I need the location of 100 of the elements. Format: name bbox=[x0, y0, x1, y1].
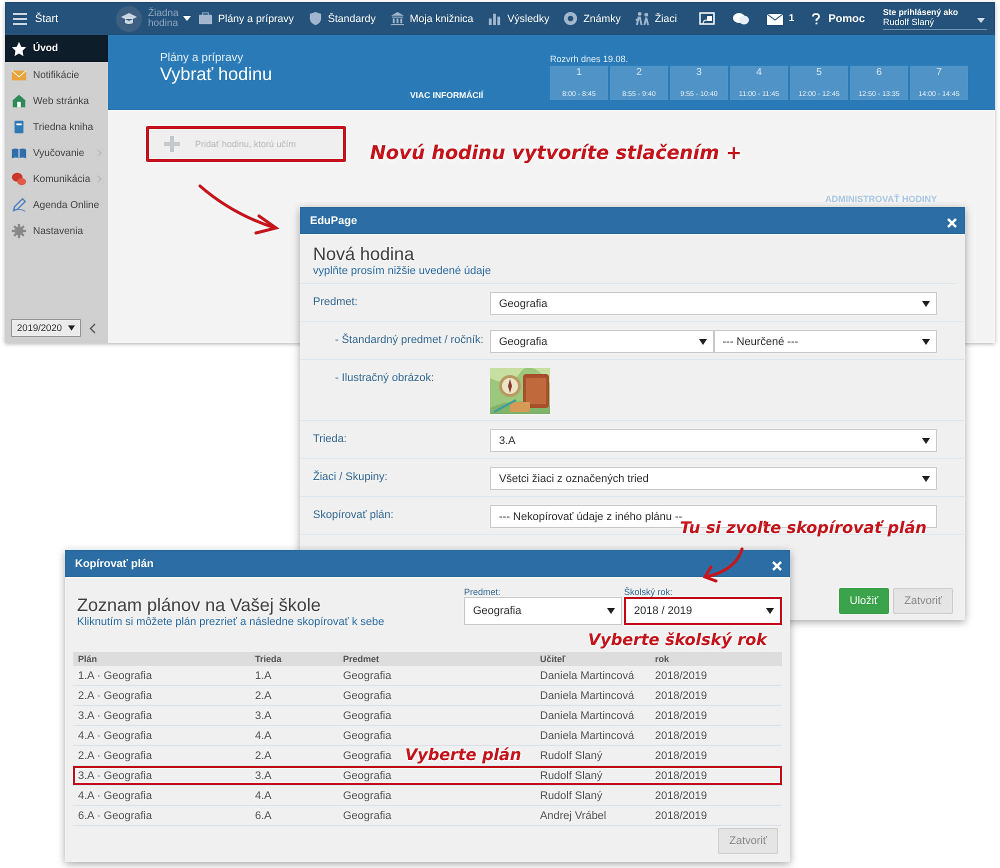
schedule-title: Rozvrh dnes 19.08. bbox=[550, 54, 630, 64]
nav-icon bbox=[308, 11, 323, 26]
table-cell: 2018/2019 bbox=[655, 770, 707, 782]
messages-button[interactable]: 1 bbox=[766, 12, 794, 26]
sidebar-icon bbox=[11, 40, 27, 56]
select-field[interactable]: Geografia bbox=[490, 330, 714, 353]
collapse-icon[interactable] bbox=[89, 322, 96, 334]
sidebar-item[interactable]: Nastavenia bbox=[5, 218, 108, 244]
dialog-title: Kopírovať plán bbox=[75, 558, 154, 570]
dropdown-icon bbox=[766, 608, 774, 614]
field-label: Trieda: bbox=[313, 432, 348, 447]
breadcrumb: Plány a prípravy bbox=[160, 52, 244, 64]
nav-item[interactable]: Známky bbox=[563, 11, 621, 26]
table-cell: 2018/2019 bbox=[655, 710, 707, 722]
table-cell: Geografia bbox=[343, 790, 392, 802]
dropdown-icon bbox=[922, 338, 930, 344]
table-cell: Andrej Vrábel bbox=[540, 810, 606, 822]
chevron-icon bbox=[97, 149, 102, 157]
column-header: Učiteľ bbox=[540, 654, 566, 664]
year-select[interactable]: 2019/2020 bbox=[11, 319, 81, 337]
select-field[interactable]: --- Neurčené --- bbox=[714, 330, 937, 353]
field-label: Skopírovať plán: bbox=[313, 508, 395, 523]
select-field[interactable]: 3.A bbox=[490, 429, 937, 452]
dialog-heading: Zoznam plánov na Vašej škole bbox=[77, 595, 322, 616]
field-label: Predmet: bbox=[313, 295, 359, 310]
table-cell: Geografia bbox=[343, 670, 392, 682]
table-cell: 3.A bbox=[255, 770, 272, 782]
field-label: - Štandardný predmet / ročník: bbox=[334, 332, 485, 348]
question-icon bbox=[812, 12, 820, 24]
sidebar-item[interactable]: Agenda Online bbox=[5, 192, 108, 218]
annotation-text: Novú hodinu vytvoríte stlačením + bbox=[370, 142, 742, 164]
table-row[interactable]: 3.A · Geografia 3.A Geografia Daniela Martincová 2018/2019 bbox=[73, 706, 782, 726]
sidebar-icon bbox=[11, 223, 27, 239]
table-cell: 3.A · Geografia bbox=[78, 710, 152, 722]
more-info-link[interactable]: VIAC INFORMÁCIÍ bbox=[410, 90, 550, 100]
select-field[interactable]: Geografia bbox=[464, 597, 622, 625]
table-cell: 3.A · Geografia bbox=[78, 770, 152, 782]
dialog-subheading: Kliknutím si môžete plán prezrieť a následne skopírovať k sebe bbox=[77, 616, 386, 628]
user-menu[interactable]: Ste prihlásený ako Rudolf Slaný bbox=[883, 7, 987, 30]
close-icon[interactable] bbox=[947, 216, 957, 226]
table-cell: 4.A · Geografia bbox=[78, 790, 152, 802]
table-cell: 6.A bbox=[255, 810, 272, 822]
table-cell: 4.A bbox=[255, 730, 272, 742]
table-cell: Rudolf Slaný bbox=[540, 770, 602, 782]
table-cell: 2018/2019 bbox=[655, 810, 707, 822]
nav-icon bbox=[634, 11, 650, 26]
nav-item[interactable]: Plány a prípravy bbox=[198, 11, 294, 26]
table-row[interactable]: 2.A · Geografia 2.A Geografia Daniela Martincová 2018/2019 bbox=[73, 686, 782, 706]
sidebar-item[interactable]: Vyučovanie bbox=[5, 140, 108, 166]
annotation-text: Vyberte plán bbox=[405, 745, 522, 764]
cast-icon[interactable] bbox=[698, 12, 715, 26]
table-cell: 3.A bbox=[255, 710, 272, 722]
table-cell: Geografia bbox=[343, 810, 392, 822]
sidebar-item[interactable]: Web stránka bbox=[5, 88, 108, 114]
table-cell: Daniela Martincová bbox=[540, 690, 634, 702]
sidebar-icon bbox=[11, 171, 27, 187]
start-menu[interactable]: Štart bbox=[5, 12, 108, 26]
nav-item[interactable]: Moja knižnica bbox=[390, 11, 474, 26]
close-icon[interactable] bbox=[772, 558, 782, 568]
select-field[interactable]: 2018 / 2019 bbox=[624, 597, 782, 625]
table-row[interactable]: 4.A · Geografia 4.A Geografia Rudolf Slaný 2018/2019 bbox=[73, 786, 782, 806]
table-cell: 1.A bbox=[255, 670, 272, 682]
sidebar-item[interactable]: Notifikácie bbox=[5, 62, 108, 88]
caret-icon bbox=[182, 16, 191, 22]
table-cell: 2018/2019 bbox=[655, 730, 707, 742]
table-cell: Rudolf Slaný bbox=[540, 750, 602, 762]
table-cell: 4.A bbox=[255, 790, 272, 802]
filter-label: Školský rok: bbox=[624, 587, 674, 597]
table-cell: 2.A · Geografia bbox=[78, 690, 152, 702]
nav-icon bbox=[563, 11, 578, 26]
table-cell: Geografia bbox=[343, 750, 392, 762]
sidebar-item[interactable]: Komunikácia bbox=[5, 166, 108, 192]
help-button[interactable]: Pomoc bbox=[812, 12, 865, 24]
sidebar-item[interactable]: Triedna kniha bbox=[5, 114, 108, 140]
nav-icon bbox=[487, 11, 502, 26]
table-row[interactable]: 1.A · Geografia 1.A Geografia Daniela Martincová 2018/2019 bbox=[73, 666, 782, 686]
nav-icon bbox=[198, 11, 213, 26]
select-field[interactable]: Všetci žiaci z označených tried bbox=[490, 467, 937, 490]
mail-icon bbox=[766, 12, 783, 26]
dialog-subheading: vyplňte prosím nižšie uvedené údaje bbox=[313, 265, 492, 277]
table-cell: 2018/2019 bbox=[655, 670, 707, 682]
sidebar-item[interactable]: Úvod bbox=[5, 35, 108, 62]
table-row[interactable]: 3.A · Geografia 3.A Geografia Rudolf Slaný 2018/2019 bbox=[73, 766, 782, 786]
table-cell: 2.A bbox=[255, 690, 272, 702]
chevron-icon bbox=[97, 175, 102, 183]
table-cell: Geografia bbox=[343, 770, 392, 782]
table-row[interactable]: 4.A · Geografia 4.A Geografia Daniela Martincová 2018/2019 bbox=[73, 726, 782, 746]
table-cell: Daniela Martincová bbox=[540, 730, 634, 742]
nav-icon bbox=[390, 11, 405, 26]
nav-item[interactable]: Žiaci bbox=[634, 11, 677, 26]
table-row[interactable]: 6.A · Geografia 6.A Geografia Andrej Vrábel 2018/2019 bbox=[73, 806, 782, 826]
filter-label: Predmet: bbox=[464, 587, 502, 597]
select-field[interactable]: Geografia bbox=[490, 292, 937, 315]
nav-item[interactable]: Výsledky bbox=[487, 11, 550, 26]
chat-icon[interactable] bbox=[732, 12, 749, 26]
table-cell: 6.A · Geografia bbox=[78, 810, 152, 822]
menu-icon bbox=[13, 12, 27, 24]
nav-item[interactable]: Štandardy bbox=[308, 11, 376, 26]
dropdown-icon bbox=[698, 338, 706, 344]
table-cell: 2018/2019 bbox=[655, 750, 707, 762]
